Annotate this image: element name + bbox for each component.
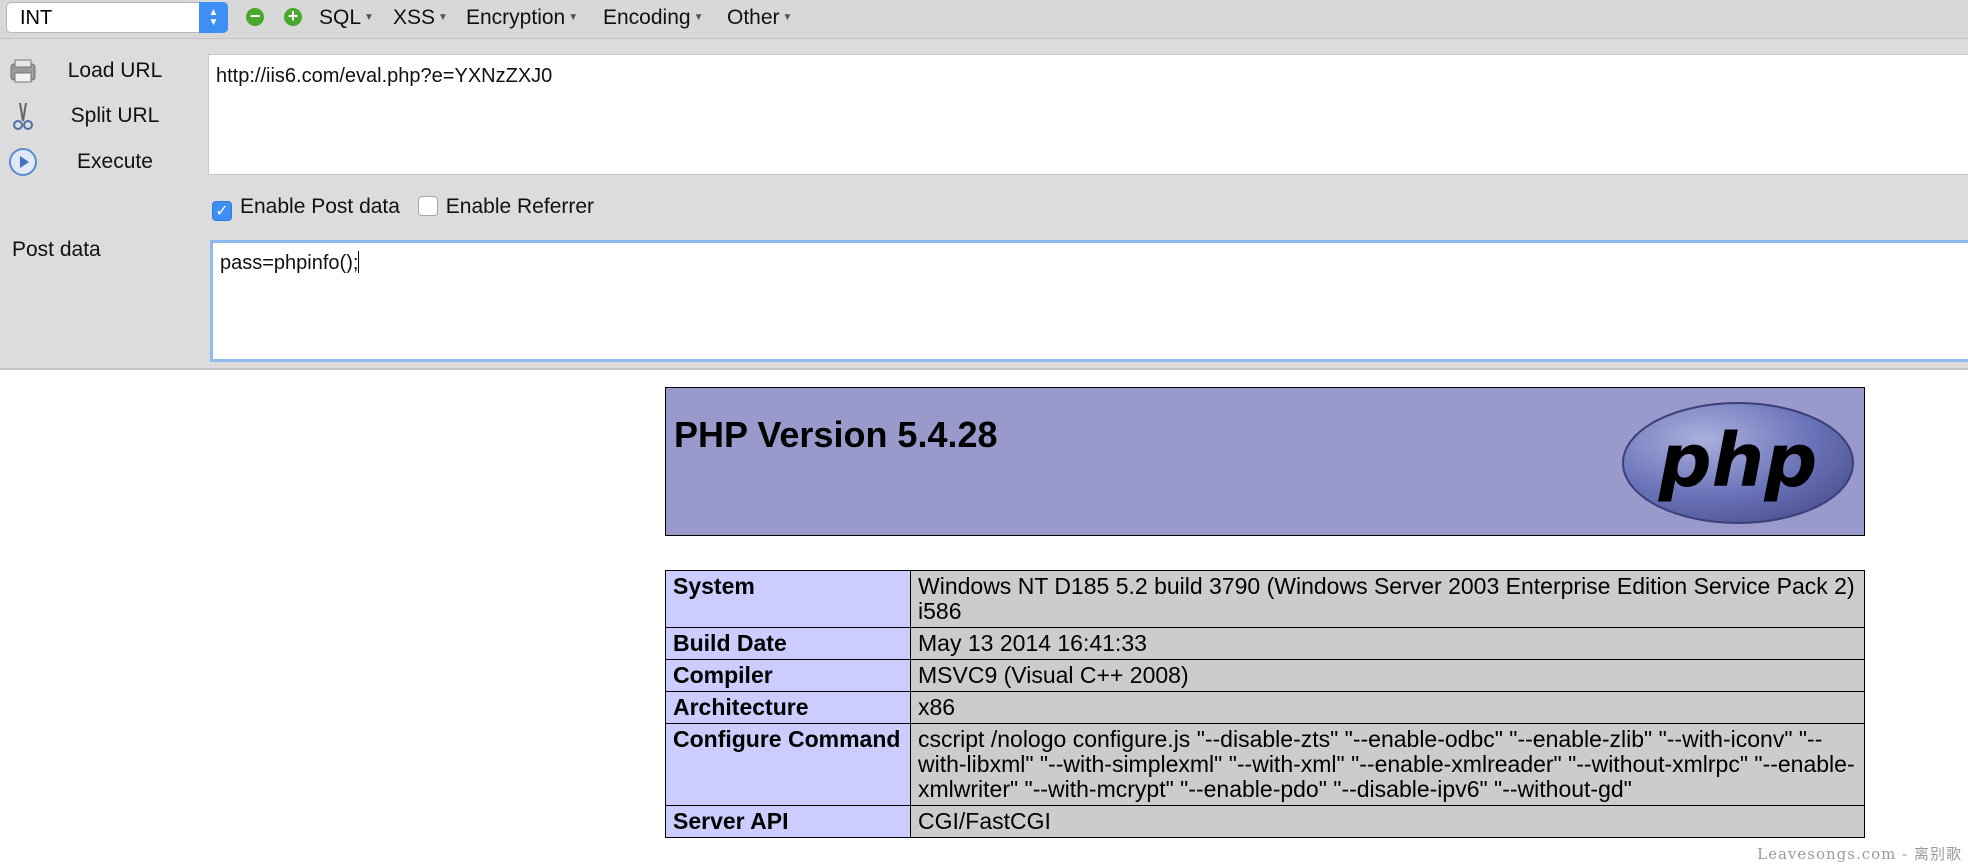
table-row: Compiler MSVC9 (Visual C++ 2008) [665,659,1865,692]
post-data-textarea[interactable]: pass=phpinfo(); [210,240,1968,362]
text-cursor [358,251,360,273]
execute-button[interactable]: Execute [0,141,200,181]
caret-down-icon: ▼ [568,12,579,24]
caret-down-icon: ▼ [693,12,704,24]
checkbox-row: ✓ Enable Post data Enable Referrer [212,195,594,221]
caret-down-icon: ▼ [438,12,448,24]
hackbar-toolbar: INT ▲ ▼ − + SQL ▼ XSS ▼ Encryption ▼ Encodin… [0,0,1968,39]
hackbar-panel: INT ▲ ▼ − + SQL ▼ XSS ▼ Encryption ▼ Encodin… [0,0,1968,370]
caret-down-icon: ▼ [364,12,374,24]
table-row: System Windows NT D185 5.2 build 3790 (Wi… [665,570,1865,628]
table-row: Server API CGI/FastCGI [665,805,1865,838]
enable-referrer-checkbox[interactable]: Enable Referrer [417,195,594,218]
php-logo-text: php [1658,418,1818,504]
plus-icon[interactable]: + [284,7,302,26]
post-data-value: pass=phpinfo(); [220,252,359,274]
type-select[interactable]: INT ▲ ▼ [6,2,228,33]
phpinfo-table: System Windows NT D185 5.2 build 3790 (Wi… [665,570,1865,838]
load-url-icon [10,59,36,83]
watermark: Leavesongs.com - 离别歌 [1757,845,1962,863]
table-row: Build Date May 13 2014 16:41:33 [665,627,1865,660]
caret-down-icon: ▼ [782,12,793,24]
select-stepper-icon[interactable]: ▲ ▼ [199,2,228,33]
table-row: Configure Command cscript /nologo configu… [665,723,1865,806]
menu-sql[interactable]: SQL ▼ [319,6,374,30]
minus-icon[interactable]: − [246,7,264,26]
checkbox-box[interactable] [417,196,438,216]
url-textarea[interactable]: http://iis6.com/eval.php?e=YXNzZXJ0 [208,54,1968,175]
menu-encryption[interactable]: Encryption ▼ [466,6,578,30]
menu-xss[interactable]: XSS ▼ [393,6,448,30]
menu-encoding[interactable]: Encoding ▼ [603,6,703,30]
type-select-value: INT [20,7,53,29]
php-logo[interactable]: php [1620,400,1856,526]
page-title: PHP Version 5.4.28 [674,414,998,455]
split-url-button[interactable]: Split URL [0,95,200,135]
checkmark-icon[interactable]: ✓ [212,201,232,221]
phpinfo-header: PHP Version 5.4.28 php [665,387,1865,536]
load-url-button[interactable]: Load URL [0,50,200,90]
enable-post-checkbox[interactable]: ✓ Enable Post data [212,195,400,221]
post-data-label: Post data [12,238,101,261]
scissors-icon [13,102,33,130]
play-icon [9,148,37,176]
menu-other[interactable]: Other ▼ [727,6,792,30]
url-value: http://iis6.com/eval.php?e=YXNzZXJ0 [216,65,553,87]
table-row: Architecture x86 [665,691,1865,724]
